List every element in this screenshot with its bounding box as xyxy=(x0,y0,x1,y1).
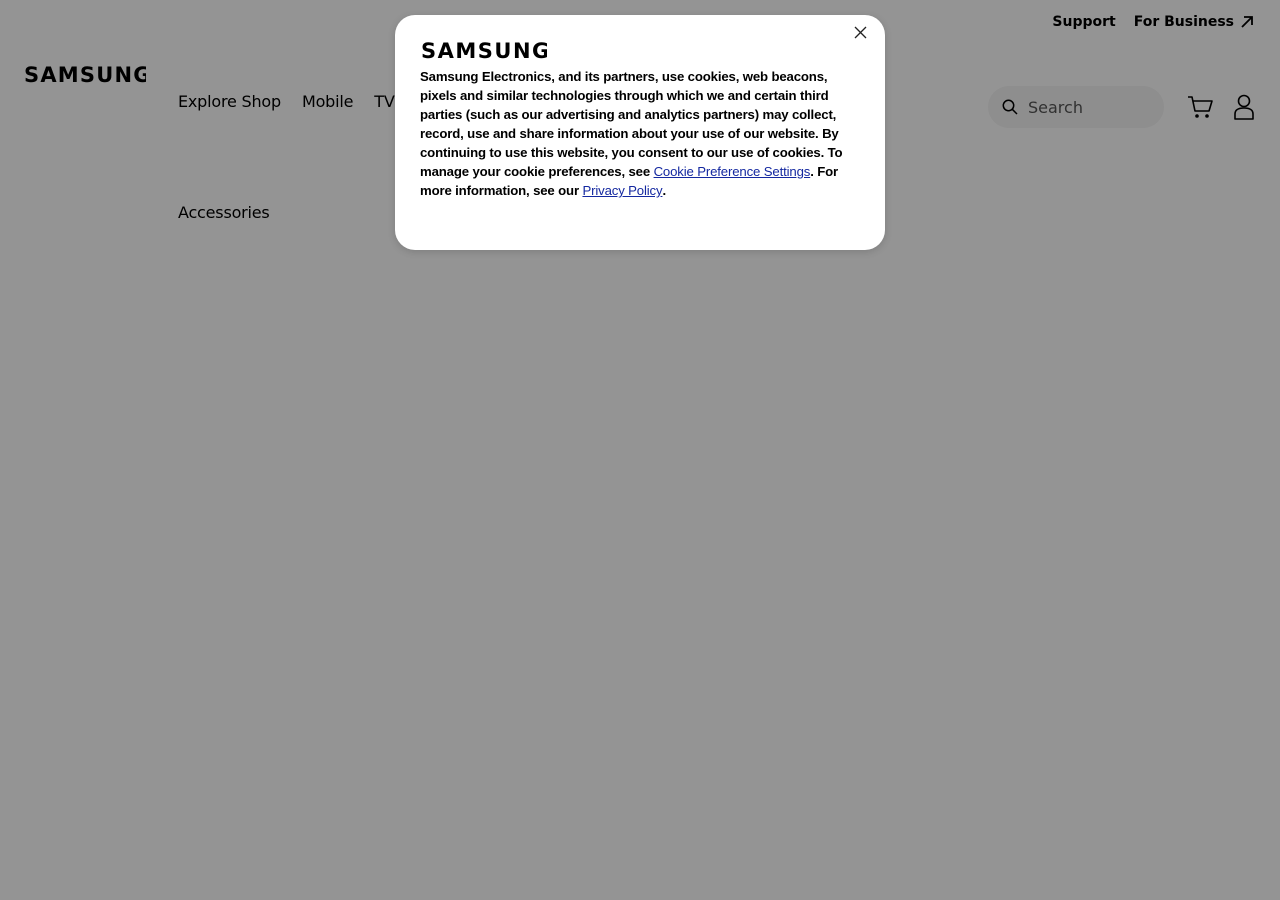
cookie-text-intro: Samsung Electronics, and its partners, u… xyxy=(420,69,843,179)
close-button[interactable] xyxy=(849,21,871,43)
close-icon xyxy=(854,26,866,38)
privacy-policy-link[interactable]: Privacy Policy xyxy=(582,183,662,198)
samsung-logo-icon: SAMSUNG xyxy=(421,39,547,61)
svg-text:SAMSUNG: SAMSUNG xyxy=(421,39,547,61)
modal-samsung-logo: SAMSUNG xyxy=(421,39,547,61)
page: Support For Business SAMSUNG Explore Sho… xyxy=(0,0,1280,900)
cookie-notice-text: Samsung Electronics, and its partners, u… xyxy=(420,67,860,200)
cookie-consent-dialog: SAMSUNG Samsung Electronics, and its par… xyxy=(395,15,885,250)
cookie-preference-settings-link[interactable]: Cookie Preference Settings xyxy=(654,164,811,179)
cookie-text-end: . xyxy=(662,183,666,198)
